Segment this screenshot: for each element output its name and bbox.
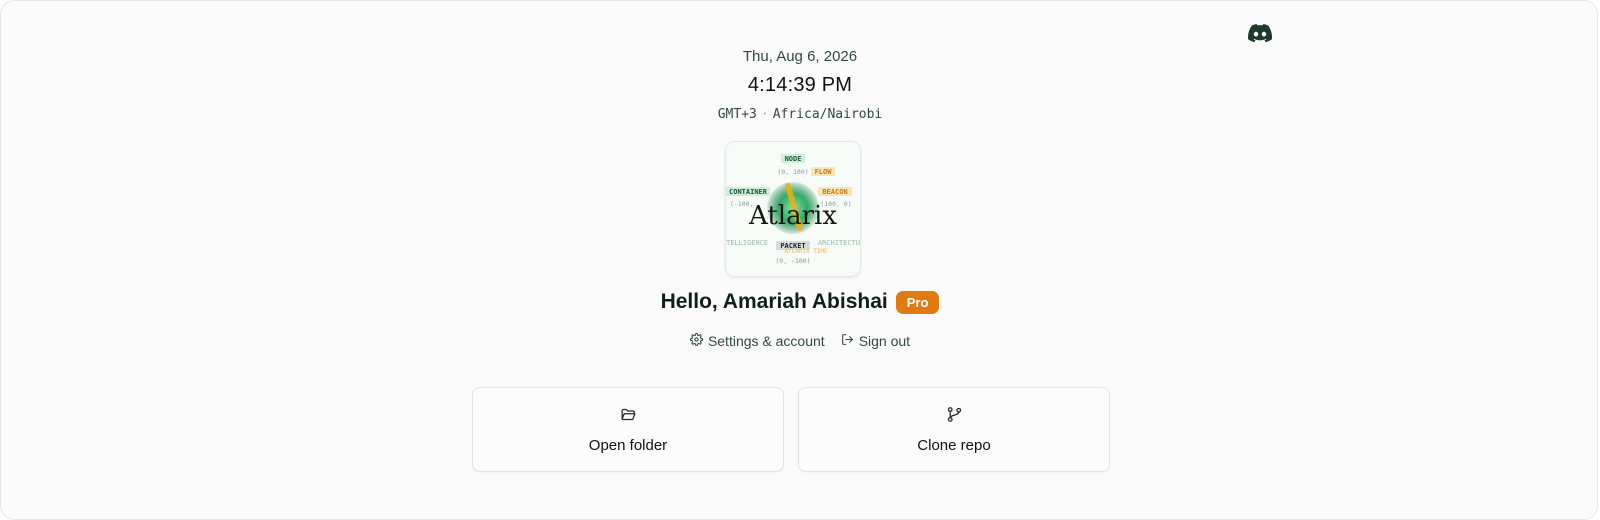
logo-label-container: CONTAINER (729, 188, 768, 196)
account-links: Settings & account Sign out (0, 333, 1600, 349)
greeting-text: Hello, Amariah Abishai (660, 290, 888, 313)
gear-icon (689, 333, 703, 349)
current-date: Thu, Aug 6, 2026 (742, 48, 858, 65)
logo-label-node: NODE (785, 155, 802, 163)
logo-label-packet-coord: (0, -100) (775, 257, 810, 265)
plan-badge: Pro (895, 290, 940, 314)
logo-tagline: ATLARIX TIME (784, 248, 828, 255)
logo-label-node-coord: (0, 100) (777, 168, 808, 176)
folder-open-icon (473, 406, 783, 423)
logo-label-beacon: BEACON (822, 188, 847, 196)
sign-out-label: Sign out (858, 333, 911, 349)
sign-out-icon (841, 333, 854, 349)
logo-label-intel: TELLIGENCE (726, 239, 768, 247)
logo-wordmark: Atlarix (748, 201, 837, 231)
settings-label: Settings & account (707, 333, 825, 349)
open-folder-button[interactable]: Open folder (472, 387, 784, 472)
timezone-offset: GMT+3 (717, 107, 757, 122)
app-logo: NODE (0, 100) FLOW CONTAINER (-100, BEAC… (725, 141, 861, 277)
logo-label-arch: ARCHITECTU (818, 239, 860, 247)
clone-repo-button[interactable]: Clone repo (798, 387, 1110, 472)
timezone-separator: · (760, 107, 769, 122)
timezone: GMT+3 · Africa/Nairobi (0, 107, 1600, 122)
discord-icon[interactable] (1247, 20, 1273, 46)
timezone-name: Africa/Nairobi (772, 107, 883, 122)
logo-label-flow: FLOW (815, 168, 833, 176)
sign-out-link[interactable]: Sign out (841, 333, 910, 349)
git-branch-icon (799, 406, 1109, 423)
user-greeting: Hello, Amariah Abishai Pro (0, 290, 1600, 314)
current-time: 4:14:39 PM (747, 74, 853, 96)
open-folder-label: Open folder (588, 437, 668, 454)
settings-link[interactable]: Settings & account (689, 333, 825, 349)
clone-repo-label: Clone repo (917, 437, 991, 454)
